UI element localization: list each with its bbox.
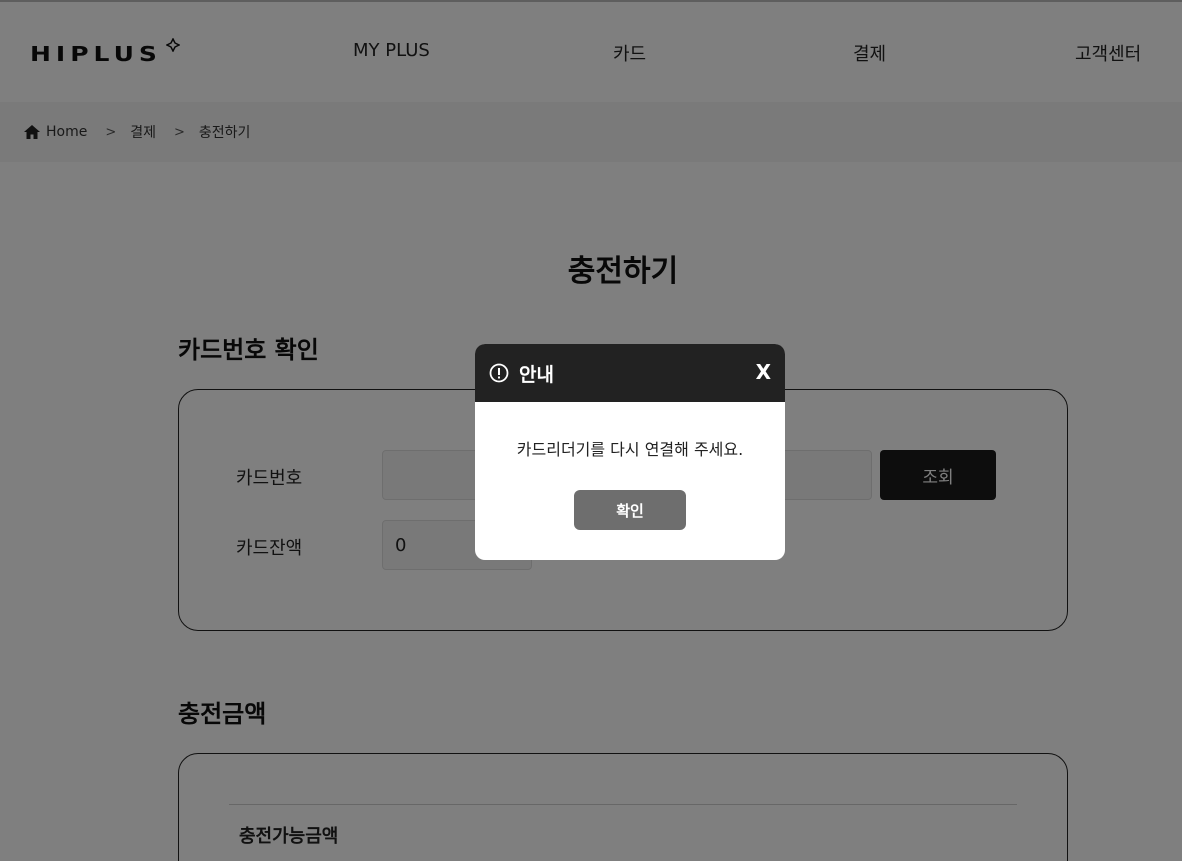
notice-modal: 안내 X 카드리더기를 다시 연결해 주세요. 확인 (475, 344, 785, 560)
confirm-button[interactable]: 확인 (574, 490, 686, 530)
info-icon (489, 363, 509, 383)
modal-header: 안내 X (475, 344, 785, 402)
close-button[interactable]: X (756, 360, 771, 384)
modal-title: 안내 (519, 363, 554, 386)
modal-message: 카드리더기를 다시 연결해 주세요. (516, 440, 744, 459)
